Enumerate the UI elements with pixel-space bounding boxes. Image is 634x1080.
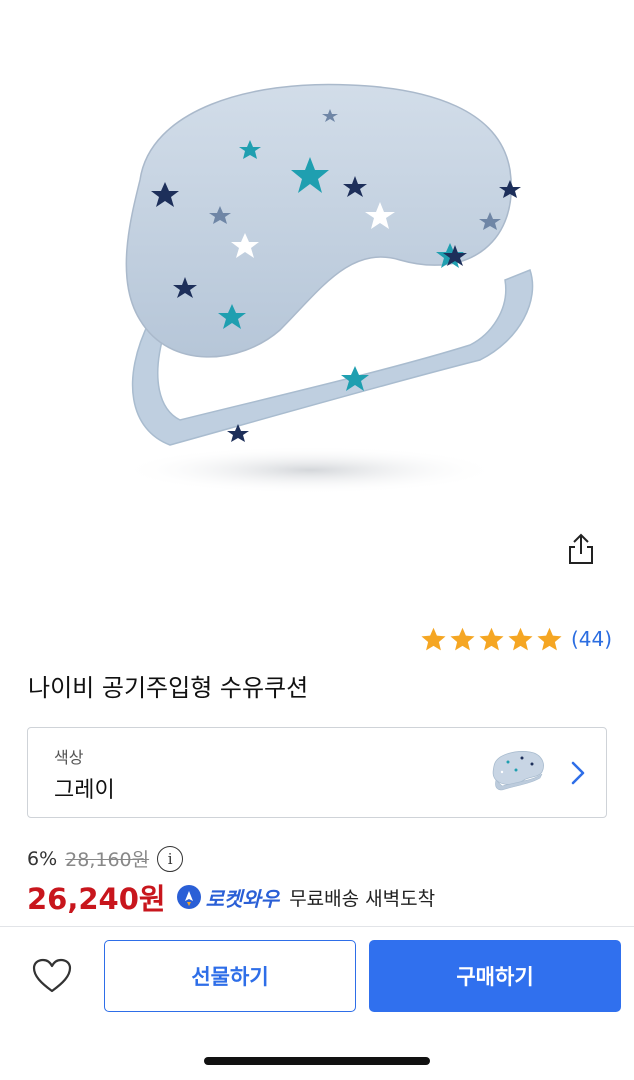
product-title: 나이비 공기주입형 수유쿠션 [28, 674, 309, 702]
price-row: 26,240원 로켓와우 무료배송 새벽도착 [27, 876, 435, 918]
option-value: 그레이 [54, 778, 115, 803]
star-icon [450, 627, 475, 650]
original-price: 28,160원 [65, 849, 150, 871]
product-image[interactable] [0, 0, 634, 610]
option-label: 색상 [54, 748, 84, 767]
option-thumbnail [492, 751, 544, 791]
gift-button[interactable]: 선물하기 [104, 940, 356, 1012]
chevron-right-icon [571, 761, 585, 785]
review-count[interactable]: (44) [571, 627, 612, 651]
rocket-wow-badge: 로켓와우 [176, 883, 280, 912]
delivery-info: 무료배송 새벽도착 [289, 887, 436, 910]
star-icon [508, 627, 533, 650]
star-icon [421, 627, 446, 650]
color-option-selector[interactable]: 색상 그레이 [27, 727, 607, 818]
rocket-label: 로켓와우 [205, 886, 280, 911]
star-icon [479, 627, 504, 650]
home-indicator [204, 1057, 430, 1065]
rocket-icon [176, 885, 201, 909]
share-button[interactable] [562, 530, 600, 568]
wishlist-button[interactable] [30, 956, 74, 996]
star-rating [420, 626, 563, 653]
info-icon[interactable]: i [157, 845, 184, 872]
share-icon [569, 533, 593, 564]
discount-row: 6% 28,160원 i [27, 845, 184, 872]
heart-icon [32, 958, 72, 993]
rating-row[interactable]: (44) [420, 624, 612, 654]
star-icon [537, 627, 562, 650]
divider [0, 926, 634, 927]
buy-button[interactable]: 구매하기 [369, 940, 621, 1012]
sale-price: 26,240원 [27, 882, 166, 916]
discount-rate: 6% [27, 847, 58, 870]
